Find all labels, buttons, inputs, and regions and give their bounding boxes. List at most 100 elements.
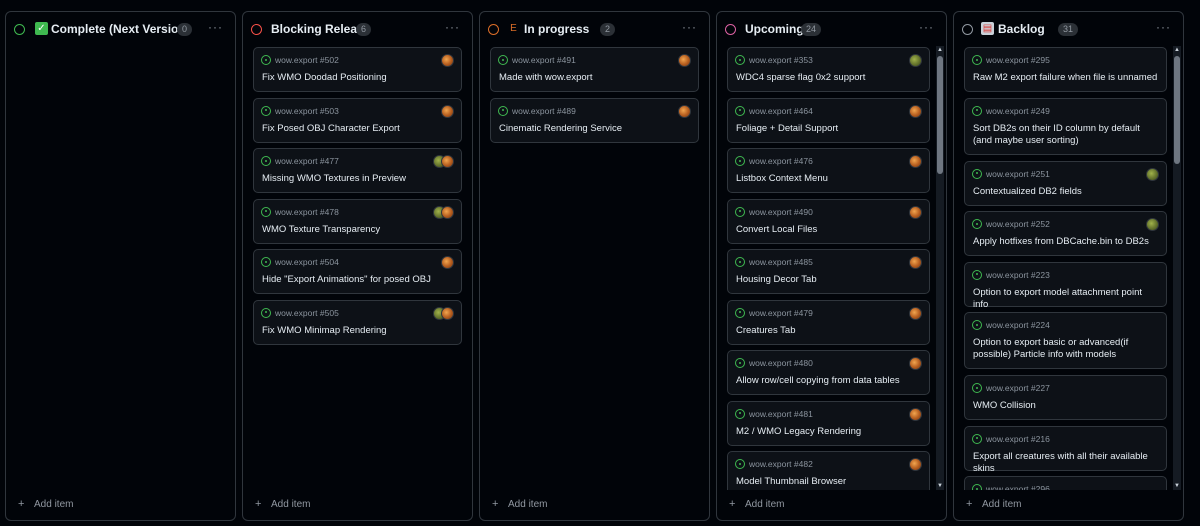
issue-card[interactable]: wow.export #353 WDC4 sparse flag 0x2 supp… [727, 47, 930, 92]
assignee-avatar[interactable] [909, 256, 922, 269]
issue-title[interactable]: Fix WMO Minimap Rendering [262, 325, 453, 337]
issue-card[interactable]: wow.export #505 Fix WMO Minimap Rendering [253, 299, 462, 345]
issue-title[interactable]: Housing Decor Tab [736, 274, 921, 286]
issue-title[interactable]: Cinematic Rendering Service [499, 123, 690, 135]
issue-title[interactable]: Creatures Tab [736, 325, 921, 337]
issue-title[interactable]: Hide "Export Animations" for posed OBJ [262, 274, 453, 286]
assignee-avatar[interactable] [441, 54, 454, 67]
issue-title[interactable]: Model Thumbnail Browser [736, 476, 921, 488]
issue-title[interactable]: Foliage + Detail Support [736, 123, 921, 135]
issue-reference[interactable]: wow.export #223 [986, 270, 1050, 280]
issue-title[interactable]: Allow row/cell copying from data tables [736, 375, 921, 387]
issue-card[interactable]: wow.export #249 Sort DB2s on their ID col… [964, 97, 1167, 155]
issue-reference[interactable]: wow.export #482 [749, 459, 813, 469]
issue-reference[interactable]: wow.export #481 [749, 409, 813, 419]
issue-reference[interactable]: wow.export #353 [749, 55, 813, 65]
column-menu-button[interactable]: ··· [682, 20, 697, 34]
issue-title[interactable]: Option to export model attachment point … [973, 287, 1158, 311]
issue-title[interactable]: Raw M2 export failure when file is unnam… [973, 72, 1158, 84]
column-menu-button[interactable]: ··· [919, 20, 934, 34]
issue-card[interactable]: wow.export #227 WMO Collision [964, 375, 1167, 420]
column-menu-button[interactable]: ··· [208, 20, 223, 34]
assignee-avatar[interactable] [678, 104, 691, 118]
issue-reference[interactable]: wow.export #489 [512, 106, 576, 116]
assignee-avatar[interactable] [441, 256, 454, 269]
issue-card[interactable]: wow.export #481 M2 / WMO Legacy Rendering [727, 400, 930, 446]
issue-title[interactable]: M2 / WMO Legacy Rendering [736, 426, 921, 438]
issue-card[interactable]: wow.export #295 Raw M2 export failure whe… [964, 47, 1167, 92]
assignee-avatar[interactable] [909, 357, 922, 370]
assignee-avatar[interactable] [678, 54, 691, 67]
issue-reference[interactable]: wow.export #491 [512, 55, 576, 65]
issue-reference[interactable]: wow.export #503 [275, 106, 339, 116]
assignee-avatar[interactable] [441, 205, 454, 219]
column-scrollbar[interactable]: ▲ ▼ [936, 46, 944, 490]
scroll-down-arrow-icon[interactable]: ▼ [936, 482, 944, 490]
issue-title[interactable]: Apply hotfixes from DBCache.bin to DB2s [973, 236, 1158, 248]
scrollbar-thumb[interactable] [1174, 56, 1180, 164]
add-item-button[interactable]: + Add item [717, 490, 946, 520]
issue-title[interactable]: WMO Collision [973, 400, 1158, 412]
issue-card[interactable]: wow.export #476 Listbox Context Menu [727, 148, 930, 193]
issue-reference[interactable]: wow.export #504 [275, 257, 339, 267]
issue-card[interactable]: wow.export #478 WMO Texture Transparency [253, 198, 462, 244]
assignee-avatar[interactable] [909, 306, 922, 320]
issue-card[interactable]: wow.export #490 Convert Local Files [727, 198, 930, 244]
assignee-avatar[interactable] [441, 155, 454, 168]
assignee-avatar[interactable] [441, 306, 454, 320]
issue-reference[interactable]: wow.export #502 [275, 55, 339, 65]
assignee-avatar[interactable] [909, 104, 922, 118]
issue-card[interactable]: wow.export #479 Creatures Tab [727, 299, 930, 345]
issue-title[interactable]: Fix Posed OBJ Character Export [262, 123, 453, 135]
issue-title[interactable]: Fix WMO Doodad Positioning [262, 72, 453, 84]
assignee-avatar[interactable] [909, 54, 922, 67]
issue-reference[interactable]: wow.export #478 [275, 207, 339, 217]
issue-title[interactable]: Convert Local Files [736, 224, 921, 236]
issue-title[interactable]: WDC4 sparse flag 0x2 support [736, 72, 921, 84]
issue-reference[interactable]: wow.export #251 [986, 169, 1050, 179]
scroll-up-arrow-icon[interactable]: ▲ [936, 46, 944, 54]
column-menu-button[interactable]: ··· [1156, 20, 1171, 34]
assignee-avatar[interactable] [909, 458, 922, 471]
add-item-button[interactable]: + Add item [480, 490, 709, 520]
issue-reference[interactable]: wow.export #249 [986, 106, 1050, 116]
column-menu-button[interactable]: ··· [445, 20, 460, 34]
issue-title[interactable]: Missing WMO Textures in Preview [262, 173, 453, 185]
issue-card[interactable]: wow.export #296 [964, 476, 1167, 490]
issue-card[interactable]: wow.export #485 Housing Decor Tab [727, 249, 930, 294]
issue-card[interactable]: wow.export #480 Allow row/cell copying fr… [727, 350, 930, 395]
issue-reference[interactable]: wow.export #505 [275, 308, 339, 318]
scrollbar-thumb[interactable] [937, 56, 943, 174]
issue-card[interactable]: wow.export #489 Cinematic Rendering Servi… [490, 97, 699, 143]
issue-title[interactable]: Made with wow.export [499, 72, 690, 84]
issue-reference[interactable]: wow.export #477 [275, 156, 339, 166]
issue-title[interactable]: WMO Texture Transparency [262, 224, 453, 236]
assignee-avatar[interactable] [441, 104, 454, 118]
scroll-down-arrow-icon[interactable]: ▼ [1173, 482, 1181, 490]
issue-card[interactable]: wow.export #223 Option to export model at… [964, 261, 1167, 310]
issue-card[interactable]: wow.export #477 Missing WMO Textures in P… [253, 148, 462, 193]
issue-title[interactable]: Option to export basic or advanced(if po… [973, 337, 1158, 361]
add-item-button[interactable]: + Add item [6, 490, 235, 520]
assignee-avatar[interactable] [909, 205, 922, 219]
scroll-up-arrow-icon[interactable]: ▲ [1173, 46, 1181, 54]
issue-card[interactable]: wow.export #503 Fix Posed OBJ Character E… [253, 97, 462, 143]
issue-reference[interactable]: wow.export #224 [986, 320, 1050, 330]
issue-card[interactable]: wow.export #251 Contextualized DB2 fields [964, 160, 1167, 206]
issue-card[interactable]: wow.export #491 Made with wow.export [490, 47, 699, 92]
issue-title[interactable]: Export all creatures with all their avai… [973, 451, 1158, 475]
issue-reference[interactable]: wow.export #216 [986, 434, 1050, 444]
issue-card[interactable]: wow.export #464 Foliage + Detail Support [727, 97, 930, 143]
issue-reference[interactable]: wow.export #490 [749, 207, 813, 217]
issue-reference[interactable]: wow.export #476 [749, 156, 813, 166]
assignee-avatar[interactable] [1146, 218, 1159, 231]
assignee-avatar[interactable] [1146, 167, 1159, 181]
issue-reference[interactable]: wow.export #480 [749, 358, 813, 368]
add-item-button[interactable]: + Add item [243, 490, 472, 520]
issue-reference[interactable]: wow.export #485 [749, 257, 813, 267]
issue-title[interactable]: Sort DB2s on their ID column by default … [973, 123, 1158, 147]
issue-card[interactable]: wow.export #252 Apply hotfixes from DBCac… [964, 211, 1167, 256]
issue-reference[interactable]: wow.export #479 [749, 308, 813, 318]
issue-reference[interactable]: wow.export #252 [986, 219, 1050, 229]
issue-card[interactable]: wow.export #482 Model Thumbnail Browser [727, 451, 930, 490]
